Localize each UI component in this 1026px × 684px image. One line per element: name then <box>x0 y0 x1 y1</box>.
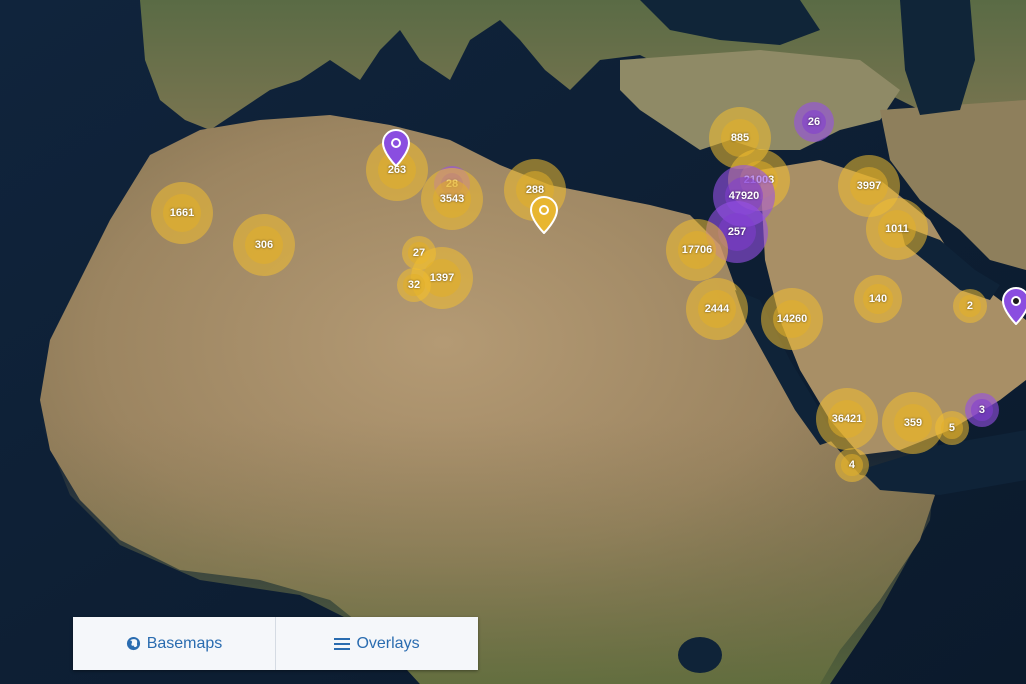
cluster-count: 1397 <box>429 272 455 284</box>
cluster-26[interactable]: 26 <box>794 102 834 142</box>
cluster-1011[interactable]: 1011 <box>866 198 928 260</box>
overlays-button[interactable]: Overlays <box>275 617 478 670</box>
cluster-14260[interactable]: 14260 <box>761 288 823 350</box>
cluster-count: 140 <box>868 293 888 305</box>
cluster-3[interactable]: 3 <box>965 393 999 427</box>
cluster-count: 288 <box>525 184 545 196</box>
cluster-count: 2444 <box>704 303 730 315</box>
map-pin-purple-icon[interactable] <box>381 128 411 172</box>
cluster-1661[interactable]: 1661 <box>151 182 213 244</box>
cluster-count: 4 <box>848 458 856 471</box>
cluster-count: 5 <box>948 421 956 434</box>
cluster-count: 14260 <box>776 313 808 325</box>
cluster-count: 3997 <box>856 180 882 192</box>
cluster-count: 359 <box>903 417 923 429</box>
cluster-32[interactable]: 32 <box>397 268 431 302</box>
cluster-count: 26 <box>807 115 821 128</box>
basemaps-button[interactable]: Basemaps <box>73 617 275 670</box>
cluster-3543[interactable]: 3543 <box>421 168 483 230</box>
cluster-count: 1661 <box>169 207 195 219</box>
cluster-306[interactable]: 306 <box>233 214 295 276</box>
cluster-17706[interactable]: 17706 <box>666 219 728 281</box>
globe-icon <box>126 636 141 651</box>
map-pin-purple-icon[interactable] <box>1001 286 1026 330</box>
cluster-count: 885 <box>730 132 750 144</box>
cluster-36421[interactable]: 36421 <box>816 388 878 450</box>
map-pin-gold-icon[interactable] <box>529 195 559 239</box>
map-base[interactable] <box>0 0 1026 684</box>
cluster-count: 3543 <box>439 193 465 205</box>
cluster-count: 3 <box>978 403 986 416</box>
cluster-5[interactable]: 5 <box>935 411 969 445</box>
lake <box>678 637 722 673</box>
cluster-count: 17706 <box>681 244 713 256</box>
cluster-4[interactable]: 4 <box>835 448 869 482</box>
cluster-count: 1011 <box>885 223 909 235</box>
satellite-map[interactable] <box>0 0 1026 684</box>
list-icon <box>334 637 351 651</box>
cluster-2444[interactable]: 2444 <box>686 278 748 340</box>
overlays-label: Overlays <box>356 634 420 652</box>
cluster-count: 257 <box>727 226 747 238</box>
layer-controls: Basemaps Overlays <box>73 617 478 670</box>
cluster-count: 36421 <box>831 413 863 425</box>
cluster-count: 2 <box>966 299 974 312</box>
basemaps-label: Basemaps <box>146 634 223 652</box>
cluster-140[interactable]: 140 <box>854 275 902 323</box>
cluster-count: 306 <box>254 239 274 251</box>
cluster-count: 32 <box>407 278 421 291</box>
cluster-2[interactable]: 2 <box>953 289 987 323</box>
